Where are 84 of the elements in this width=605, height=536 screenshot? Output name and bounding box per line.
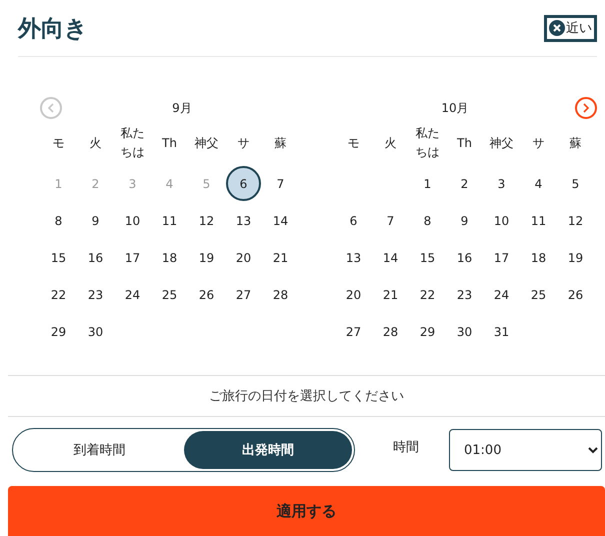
calendar-day[interactable]: 7 <box>263 166 298 202</box>
weekday-label: 火 <box>88 134 102 152</box>
calendar-day[interactable]: 17 <box>115 240 150 276</box>
weekday-label: Th <box>161 134 178 152</box>
calendar-day[interactable]: 11 <box>152 203 187 238</box>
calendar-day[interactable]: 20 <box>226 240 261 276</box>
calendar-day[interactable]: 20 <box>336 277 371 312</box>
calendar-day[interactable]: 17 <box>484 240 519 276</box>
calendar-day[interactable]: 16 <box>447 240 482 276</box>
weekday-label: 神父 <box>488 134 514 152</box>
calendar-day[interactable]: 1 <box>410 166 445 202</box>
calendar-day[interactable]: 6 <box>336 203 371 238</box>
calendar-day[interactable]: 21 <box>263 240 298 276</box>
calendar-day[interactable]: 28 <box>263 277 298 312</box>
dialog-title: 外向き <box>18 14 88 44</box>
calendar-day[interactable]: 8 <box>41 203 76 238</box>
calendar-day[interactable]: 28 <box>373 314 408 350</box>
weekday-label: 蘇 <box>274 134 288 152</box>
calendar-day[interactable]: 10 <box>115 203 150 238</box>
calendar-day[interactable]: 22 <box>410 277 445 312</box>
calendar-day[interactable]: 25 <box>521 277 556 312</box>
calendar-day[interactable]: 14 <box>263 203 298 238</box>
month-name: 10月 <box>440 100 470 117</box>
calendar-day[interactable]: 12 <box>558 203 593 238</box>
weekday-label: モ <box>52 134 66 152</box>
calendar-day[interactable]: 8 <box>410 203 445 238</box>
chevron-right-icon <box>582 103 590 114</box>
calendar-day[interactable]: 18 <box>152 240 187 276</box>
toggle-option[interactable]: 到着時間 <box>15 431 184 470</box>
hint-text: ご旅行の日付を選択してください <box>209 388 404 405</box>
calendar-day[interactable]: 12 <box>189 203 224 238</box>
time-label: 時間 <box>393 439 420 456</box>
calendar-day[interactable]: 14 <box>373 240 408 276</box>
calendar-day[interactable]: 26 <box>189 277 224 312</box>
calendar-day[interactable]: 15 <box>41 240 76 276</box>
close-button[interactable]: 近い <box>544 14 597 42</box>
calendar-day[interactable]: 30 <box>447 314 482 350</box>
weekday-label: サ <box>236 134 250 152</box>
calendar-day[interactable]: 16 <box>78 240 113 276</box>
calendar-day[interactable]: 9 <box>78 203 113 238</box>
calendar-day[interactable]: 11 <box>521 203 556 238</box>
chevron-left-icon <box>47 103 55 114</box>
calendar-day[interactable]: 29 <box>41 314 76 350</box>
calendar-day[interactable]: 18 <box>521 240 556 276</box>
calendar-day[interactable]: 27 <box>226 277 261 312</box>
calendar-day[interactable]: 2 <box>447 166 482 202</box>
calendar-day[interactable]: 19 <box>558 240 593 276</box>
calendar-day[interactable]: 30 <box>78 314 113 350</box>
calendar-day[interactable]: 22 <box>41 277 76 312</box>
calendar-day[interactable]: 21 <box>373 277 408 312</box>
calendar-day[interactable]: 4 <box>521 166 556 202</box>
calendar-day[interactable]: 5 <box>558 166 593 202</box>
calendar-day[interactable]: 24 <box>115 277 150 312</box>
next-month-button[interactable] <box>575 97 597 120</box>
apply-button[interactable]: 適用する <box>8 486 605 536</box>
toggle-option[interactable]: 出発時間 <box>184 431 352 470</box>
close-icon <box>549 20 565 36</box>
weekday-label: 私たちは <box>414 125 440 162</box>
calendar-day[interactable]: 24 <box>484 277 519 312</box>
weekday-label: 私たちは <box>120 125 146 162</box>
calendar-day[interactable]: 10 <box>484 203 519 238</box>
weekday-label: 火 <box>384 134 398 152</box>
calendar-day[interactable]: 9 <box>447 203 482 238</box>
weekday-label: モ <box>346 134 360 152</box>
weekday-label: 神父 <box>194 134 220 152</box>
weekday-label: Th <box>456 134 473 152</box>
calendar-day[interactable]: 15 <box>410 240 445 276</box>
calendar-day[interactable]: 25 <box>152 277 187 312</box>
calendar-day[interactable]: 23 <box>447 277 482 312</box>
calendar-day[interactable]: 7 <box>373 203 408 238</box>
calendar-day[interactable]: 31 <box>484 314 519 350</box>
calendar-day[interactable]: 26 <box>558 277 593 312</box>
month-name: 9月 <box>171 100 193 117</box>
time-select[interactable]: 01:00 <box>449 429 602 472</box>
weekday-label: サ <box>532 134 546 152</box>
calendar-day[interactable]: 19 <box>189 240 224 276</box>
calendar-day[interactable]: 13 <box>336 240 371 276</box>
calendar-day[interactable]: 23 <box>78 277 113 312</box>
calendar-day[interactable]: 6 <box>226 166 261 202</box>
calendar-day[interactable]: 27 <box>336 314 371 350</box>
calendar-day[interactable]: 13 <box>226 203 261 238</box>
weekday-label: 蘇 <box>568 134 582 152</box>
calendar-day[interactable]: 29 <box>410 314 445 350</box>
calendar-day[interactable]: 3 <box>484 166 519 202</box>
